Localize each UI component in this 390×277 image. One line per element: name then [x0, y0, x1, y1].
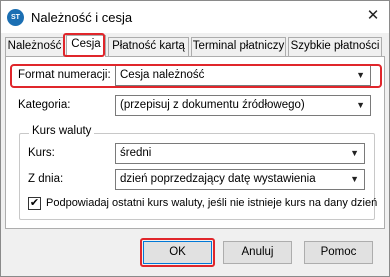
suggest-rate-label[interactable]: Podpowiadaj ostatni kurs waluty, jeśli n… — [46, 197, 377, 209]
suggest-rate-checkbox[interactable]: ✔ — [28, 197, 41, 210]
cancel-button[interactable]: Anuluj — [223, 241, 292, 264]
currency-group-title: Kurs waluty — [29, 125, 95, 137]
day-select-value: dzień poprzedzający datę wystawienia — [120, 173, 316, 185]
tab-strip: Należność Cesja Płatność kartą Terminal … — [5, 35, 385, 57]
rate-label: Kurs: — [28, 147, 55, 159]
ok-highlight-frame — [140, 238, 215, 267]
day-select[interactable]: dzień poprzedzający datę wystawienia ▼ — [115, 169, 365, 190]
category-select[interactable]: (przepisuj z dokumentu źródłowego) ▼ — [115, 95, 371, 116]
chevron-down-icon: ▼ — [356, 100, 365, 110]
tab-naleznosc[interactable]: Należność — [5, 37, 64, 56]
chevron-down-icon: ▼ — [350, 174, 359, 184]
window-title: Należność i cesja — [31, 10, 133, 25]
rate-select[interactable]: średni ▼ — [115, 143, 365, 164]
tab-highlight-frame — [63, 33, 105, 57]
app-logo-icon: ST — [7, 9, 24, 26]
tab-terminal-platniczy[interactable]: Terminal płatniczy — [191, 37, 286, 56]
category-select-value: (przepisuj z dokumentu źródłowego) — [120, 99, 305, 111]
close-button[interactable]: ✕ — [357, 1, 389, 33]
day-label: Z dnia: — [28, 173, 64, 185]
tab-platnosc-karta[interactable]: Płatność kartą — [108, 37, 189, 56]
format-highlight-frame — [10, 64, 382, 88]
dialog-window: ST Należność i cesja ✕ Należność Cesja P… — [0, 0, 390, 277]
tab-szybkie-platnosci[interactable]: Szybkie płatności — [288, 37, 382, 56]
rate-select-value: średni — [120, 147, 152, 159]
chevron-down-icon: ▼ — [350, 148, 359, 158]
category-label: Kategoria: — [18, 99, 71, 111]
title-bar: ST Należność i cesja ✕ — [1, 1, 389, 33]
help-button[interactable]: Pomoc — [304, 241, 373, 264]
